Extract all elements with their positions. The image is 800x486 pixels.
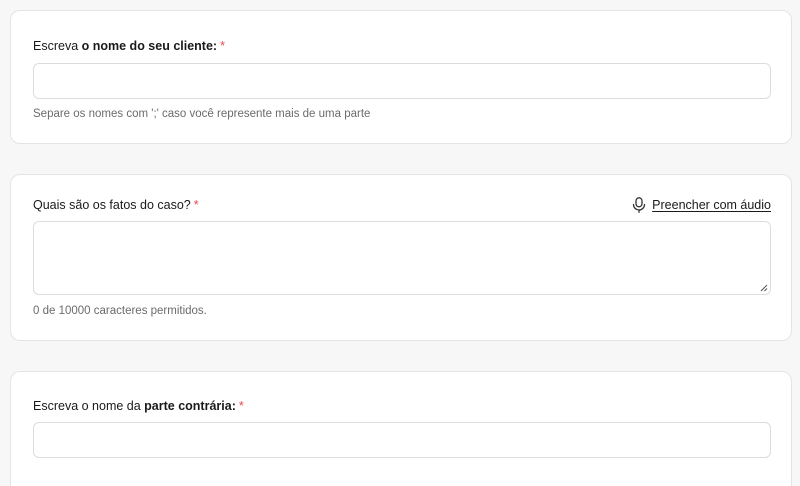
microphone-icon bbox=[633, 197, 646, 213]
client-name-label-bold: o nome do seu cliente: bbox=[81, 39, 218, 53]
required-asterisk: * bbox=[238, 399, 244, 413]
opposing-party-label-prefix: Escreva o nome da bbox=[33, 399, 145, 413]
opposing-party-label: Escreva o nome da parte contrária: * bbox=[33, 398, 244, 414]
client-name-input[interactable] bbox=[33, 63, 771, 99]
opposing-party-label-bold: parte contrária: bbox=[144, 399, 236, 413]
fill-with-audio-label[interactable]: Preencher com áudio bbox=[652, 198, 771, 212]
case-facts-textarea-wrapper bbox=[33, 221, 771, 295]
required-asterisk: * bbox=[193, 198, 199, 212]
client-name-label: Escreva o nome do seu cliente: * bbox=[33, 38, 225, 54]
opposing-party-input[interactable] bbox=[33, 422, 771, 458]
client-name-helper: Separe os nomes com ';' caso você repres… bbox=[33, 108, 371, 120]
character-counter: 0 de 10000 caracteres permitidos. bbox=[33, 305, 207, 317]
client-name-card: Escreva o nome do seu cliente: * Separe o… bbox=[10, 10, 792, 144]
case-facts-card: Quais são os fatos do caso? * Preencher c… bbox=[10, 174, 792, 341]
opposing-party-card: Escreva o nome da parte contrária: * bbox=[10, 371, 792, 486]
client-name-label-prefix: Escreva bbox=[33, 39, 82, 53]
resize-handle-icon[interactable] bbox=[760, 284, 768, 292]
case-facts-textarea[interactable] bbox=[33, 221, 771, 295]
form-page: Escreva o nome do seu cliente: * Separe o… bbox=[0, 0, 800, 486]
fill-with-audio-link[interactable]: Preencher com áudio bbox=[632, 197, 771, 213]
required-asterisk: * bbox=[220, 39, 225, 53]
case-facts-label-text: Quais são os fatos do caso? bbox=[33, 198, 191, 212]
case-facts-label: Quais são os fatos do caso? * bbox=[33, 197, 199, 213]
